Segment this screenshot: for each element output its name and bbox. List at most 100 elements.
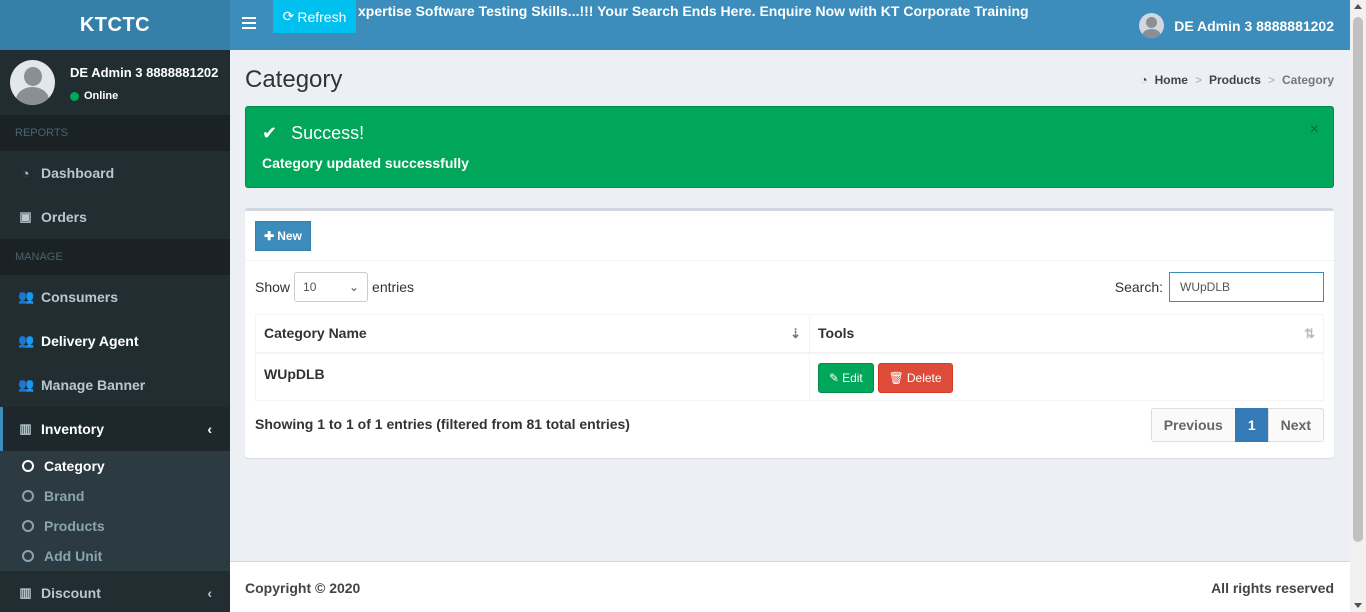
user-avatar: [1139, 13, 1165, 38]
page-1-button[interactable]: 1: [1234, 408, 1269, 442]
submenu-item-label: Products: [44, 518, 105, 534]
scroll-thumb[interactable]: [1353, 17, 1363, 542]
breadcrumb-home[interactable]: Home: [1155, 73, 1188, 87]
sidebar-item-delivery-agent[interactable]: 👥 Delivery Agent: [0, 319, 230, 363]
page-scrollbar[interactable]: [1350, 0, 1366, 612]
category-name-cell: WUpDLB: [255, 352, 810, 401]
money-icon: ▣: [19, 209, 32, 224]
user-panel: DE Admin 3 8888881202 Online: [0, 50, 230, 115]
sidebar-item-label: Inventory: [41, 421, 105, 437]
dashboard-icon: ◔: [1140, 73, 1148, 87]
users-icon: 👥: [18, 289, 35, 304]
announcement-marquee: xpertise Software Testing Skills...!!! Y…: [358, 3, 1033, 19]
search-input[interactable]: [1169, 272, 1324, 302]
page-title: Category: [245, 66, 343, 93]
delete-label: Delete: [906, 370, 942, 385]
next-page-button[interactable]: Next: [1267, 408, 1324, 442]
show-entries: Show 10 ⌄ entries: [255, 272, 414, 302]
barcode-icon: ▥: [19, 585, 32, 600]
scroll-up-icon[interactable]: [1354, 4, 1362, 9]
chevron-left-icon: ‹: [207, 421, 212, 437]
column-header-label: Category Name: [264, 325, 367, 342]
sidebar: DE Admin 3 8888881202 Online REPORTS ◔ D…: [0, 50, 230, 612]
table-row: WUpDLB ✎ Edit 🗑 Delete: [255, 352, 1324, 401]
circle-icon: [22, 520, 34, 532]
sidebar-item-label: Delivery Agent: [41, 333, 139, 349]
sidebar-toggle-icon[interactable]: [242, 17, 256, 33]
manage-header: MANAGE: [0, 239, 230, 275]
edit-button[interactable]: ✎ Edit: [818, 362, 874, 393]
sidebar-item-orders[interactable]: ▣ Orders: [0, 195, 230, 239]
close-icon[interactable]: ×: [1310, 121, 1319, 139]
sidebar-item-label: Dashboard: [41, 165, 115, 181]
entries-select[interactable]: 10 ⌄: [294, 272, 369, 302]
plus-icon: ✚: [264, 229, 275, 243]
edit-label: Edit: [842, 370, 863, 385]
app-logo[interactable]: KTCTC: [0, 0, 230, 50]
tools-cell: ✎ Edit 🗑 Delete: [809, 352, 1324, 401]
top-navbar: ⟳ Refresh xpertise Software Testing Skil…: [230, 0, 1350, 50]
new-category-button[interactable]: ✚ New: [255, 221, 311, 251]
submenu-item-add-unit[interactable]: Add Unit: [0, 541, 230, 571]
sidebar-item-inventory[interactable]: ▥ Inventory ‹: [0, 407, 230, 451]
sidebar-item-dashboard[interactable]: ◔ Dashboard: [0, 151, 230, 195]
category-table: Category Name ⇣ Tools ⇅ WUpDLB ✎ Edit 🗑 …: [255, 314, 1324, 401]
rights-text: All rights reserved: [1211, 580, 1334, 596]
users-icon: 👥: [18, 377, 35, 392]
user-panel-avatar: [10, 60, 55, 105]
reports-header: REPORTS: [0, 115, 230, 151]
online-dot-icon: [70, 91, 79, 101]
barcode-icon: ▥: [19, 421, 32, 436]
dashboard-icon: ◔: [21, 165, 30, 181]
user-status: Online: [70, 90, 118, 102]
submenu-item-brand[interactable]: Brand: [0, 481, 230, 511]
sidebar-item-consumers[interactable]: 👥 Consumers: [0, 275, 230, 319]
column-header-label: Tools: [818, 325, 855, 342]
alert-title-text: Success!: [291, 123, 365, 143]
previous-page-button[interactable]: Previous: [1150, 408, 1236, 442]
column-header-category-name[interactable]: Category Name ⇣: [255, 314, 810, 354]
sidebar-item-manage-banner[interactable]: 👥 Manage Banner: [0, 363, 230, 407]
edit-icon: ✎: [829, 370, 840, 385]
circle-icon: [22, 550, 34, 562]
refresh-icon: ⟳: [282, 8, 295, 24]
new-button-label: New: [277, 229, 302, 243]
entries-value: 10: [303, 280, 317, 294]
pagination: Previous 1 Next: [1150, 408, 1324, 442]
delete-button[interactable]: 🗑 Delete: [877, 362, 953, 393]
refresh-button[interactable]: ⟳ Refresh: [273, 0, 356, 33]
submenu-item-products[interactable]: Products: [0, 511, 230, 541]
sidebar-item-label: Discount: [41, 585, 101, 601]
submenu-item-category[interactable]: Category: [0, 451, 230, 481]
user-menu-name: DE Admin 3 8888881202: [1174, 17, 1334, 34]
main-content: Category ◔ Home > Products > Category ✔ …: [230, 50, 1350, 560]
user-menu[interactable]: DE Admin 3 8888881202: [1139, 13, 1334, 38]
sidebar-item-label: Orders: [41, 209, 87, 225]
breadcrumb-separator: >: [1267, 73, 1275, 87]
breadcrumb: ◔ Home > Products > Category: [1140, 73, 1334, 87]
breadcrumb-products[interactable]: Products: [1209, 73, 1261, 87]
circle-icon: [22, 490, 34, 502]
sort-icon: ⇅: [1304, 326, 1315, 341]
breadcrumb-current: Category: [1281, 73, 1334, 87]
table-search: Search:: [1115, 272, 1324, 302]
breadcrumb-separator: >: [1194, 73, 1202, 87]
refresh-label: Refresh: [297, 8, 347, 25]
entries-label: entries: [372, 279, 415, 295]
users-icon: 👥: [18, 333, 35, 348]
check-icon: ✔: [262, 123, 278, 143]
user-status-label: Online: [84, 90, 119, 102]
success-alert: ✔ Success! Category updated successfully…: [245, 106, 1334, 188]
footer: Copyright © 2020 All rights reserved: [230, 561, 1350, 612]
category-box: ✚ New Show 10 ⌄ entries Search: Category…: [245, 208, 1334, 458]
alert-message: Category updated successfully: [262, 155, 469, 171]
submenu-item-label: Add Unit: [44, 548, 103, 564]
submenu-item-label: Category: [44, 458, 105, 474]
sidebar-item-label: Consumers: [41, 289, 119, 305]
scroll-down-icon[interactable]: [1354, 603, 1362, 608]
trash-icon: 🗑: [888, 370, 904, 385]
box-header: ✚ New: [245, 211, 1334, 261]
column-header-tools[interactable]: Tools ⇅: [809, 314, 1324, 354]
sidebar-item-discount[interactable]: ▥ Discount ‹: [0, 571, 230, 612]
chevron-left-icon: ‹: [207, 585, 212, 601]
